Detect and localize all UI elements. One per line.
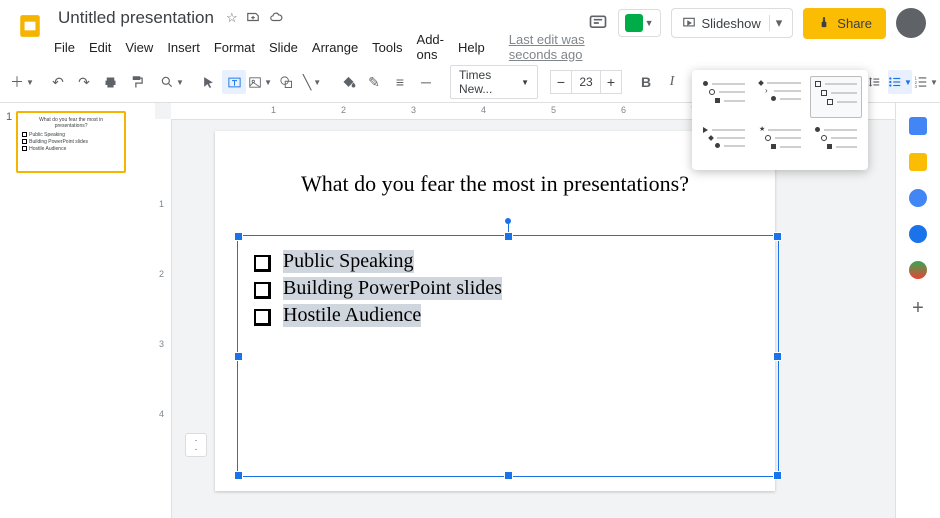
- menu-arrange[interactable]: Arrange: [312, 40, 358, 55]
- new-slide-button[interactable]: ＋▼: [10, 70, 34, 94]
- slideshow-caret-icon[interactable]: ▾: [769, 15, 783, 31]
- bold-icon[interactable]: B: [634, 70, 658, 94]
- font-size-value[interactable]: 23: [572, 70, 600, 94]
- menu-slide[interactable]: Slide: [269, 40, 298, 55]
- paint-format-icon[interactable]: [124, 70, 148, 94]
- menu-help[interactable]: Help: [458, 40, 485, 55]
- bullet-option-checkbox[interactable]: [810, 76, 862, 118]
- cloud-icon[interactable]: [268, 10, 284, 27]
- thumb-number: 1: [6, 111, 12, 173]
- contacts-icon[interactable]: [909, 225, 927, 243]
- bullet-style-popup: › ★: [692, 70, 868, 170]
- resize-handle[interactable]: [504, 232, 513, 241]
- svg-text:3: 3: [915, 84, 918, 89]
- slides-logo[interactable]: [14, 10, 46, 42]
- list-item[interactable]: Public Speaking: [254, 250, 762, 273]
- share-label: Share: [837, 16, 872, 31]
- slideshow-button[interactable]: Slideshow ▾: [671, 8, 794, 38]
- meet-button[interactable]: ▼: [618, 9, 661, 37]
- fit-indicator[interactable]: [185, 433, 207, 457]
- menu-insert[interactable]: Insert: [167, 40, 200, 55]
- resize-handle[interactable]: [504, 471, 513, 480]
- shape-tool-icon[interactable]: [274, 70, 298, 94]
- sidepanel: +: [895, 103, 940, 518]
- print-icon[interactable]: [98, 70, 122, 94]
- textbox-tool-icon[interactable]: [222, 70, 246, 94]
- image-tool-icon[interactable]: ▼: [248, 70, 272, 94]
- slideshow-label: Slideshow: [702, 16, 761, 31]
- menu-format[interactable]: Format: [214, 40, 255, 55]
- account-avatar[interactable]: [896, 8, 926, 38]
- font-size-increase[interactable]: +: [600, 70, 622, 94]
- list-item[interactable]: Building PowerPoint slides: [254, 277, 762, 300]
- menu-view[interactable]: View: [125, 40, 153, 55]
- resize-handle[interactable]: [234, 352, 243, 361]
- maps-icon[interactable]: [909, 261, 927, 279]
- resize-handle[interactable]: [773, 232, 782, 241]
- calendar-icon[interactable]: [909, 117, 927, 135]
- zoom-icon[interactable]: ▼: [160, 70, 184, 94]
- menubar: File Edit View Insert Format Slide Arran…: [54, 32, 588, 62]
- menu-edit[interactable]: Edit: [89, 40, 111, 55]
- border-weight-icon[interactable]: ≡: [388, 70, 412, 94]
- bullet-option-diamond[interactable]: ›: [754, 76, 806, 118]
- ruler-vertical: 1 2 3 4: [155, 119, 172, 518]
- fill-color-icon[interactable]: [336, 70, 360, 94]
- checkbox-bullet-icon: [254, 282, 271, 299]
- checkbox-bullet-icon: [254, 255, 271, 272]
- resize-handle[interactable]: [234, 232, 243, 241]
- bullet-option-disc[interactable]: [698, 76, 750, 118]
- border-color-icon[interactable]: ✎: [362, 70, 386, 94]
- font-select[interactable]: Times New...▼: [450, 65, 538, 99]
- font-size-decrease[interactable]: −: [550, 70, 572, 94]
- document-title[interactable]: Untitled presentation: [54, 6, 218, 30]
- comments-icon[interactable]: [588, 6, 608, 40]
- share-button[interactable]: Share: [803, 8, 886, 39]
- line-tool-icon[interactable]: ╲▼: [300, 70, 324, 94]
- checkbox-bullet-icon: [254, 309, 271, 326]
- numbered-list-icon[interactable]: 123▼: [914, 70, 938, 94]
- select-tool-icon[interactable]: [196, 70, 220, 94]
- undo-icon[interactable]: ↶: [46, 70, 70, 94]
- list-item[interactable]: Hostile Audience: [254, 304, 762, 327]
- tasks-icon[interactable]: [909, 189, 927, 207]
- bullet-option-star[interactable]: ★: [754, 122, 806, 164]
- bulleted-list-icon[interactable]: ▼: [888, 70, 912, 94]
- resize-handle[interactable]: [234, 471, 243, 480]
- redo-icon[interactable]: ↷: [72, 70, 96, 94]
- menu-tools[interactable]: Tools: [372, 40, 402, 55]
- menu-file[interactable]: File: [54, 40, 75, 55]
- menu-addons[interactable]: Add-ons: [417, 32, 444, 62]
- keep-icon[interactable]: [909, 153, 927, 171]
- move-icon[interactable]: [246, 10, 260, 27]
- slide-thumbnail[interactable]: What do you fear the most in presentatio…: [16, 111, 126, 173]
- filmstrip: 1 What do you fear the most in presentat…: [0, 103, 155, 518]
- slide[interactable]: What do you fear the most in presentatio…: [215, 131, 775, 491]
- app-header: Untitled presentation ☆ File Edit View I…: [0, 0, 940, 62]
- bullet-option-mixed[interactable]: [810, 122, 862, 164]
- selected-textbox[interactable]: Public Speaking Building PowerPoint slid…: [237, 235, 779, 477]
- star-icon[interactable]: ☆: [226, 10, 238, 26]
- slide-title[interactable]: What do you fear the most in presentatio…: [215, 171, 775, 197]
- italic-icon[interactable]: I: [660, 70, 684, 94]
- addons-plus-icon[interactable]: +: [912, 297, 924, 320]
- bullet-option-arrow[interactable]: [698, 122, 750, 164]
- font-size: − 23 +: [550, 70, 622, 94]
- last-edit-label[interactable]: Last edit was seconds ago: [509, 32, 588, 62]
- border-dash-icon[interactable]: ─: [414, 70, 438, 94]
- resize-handle[interactable]: [773, 352, 782, 361]
- resize-handle[interactable]: [773, 471, 782, 480]
